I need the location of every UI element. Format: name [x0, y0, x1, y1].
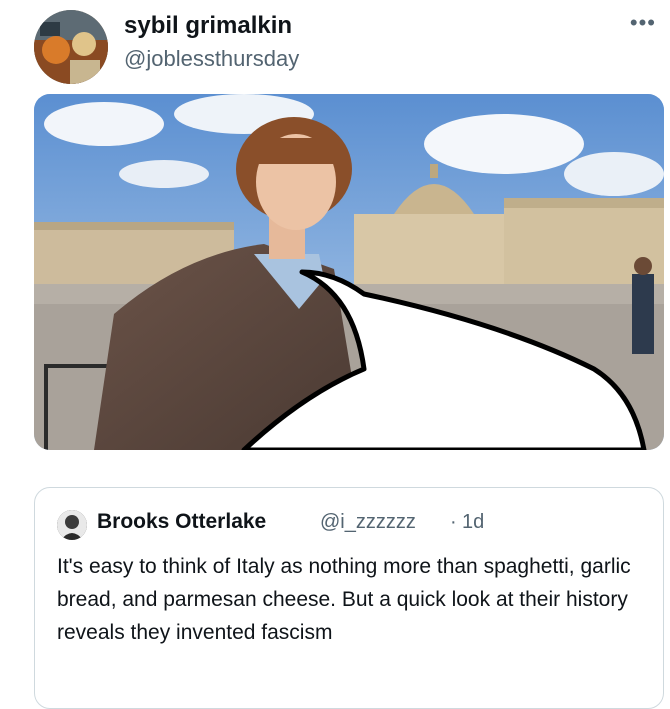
avatar-image — [34, 10, 108, 84]
author-display-name[interactable]: sybil grimalkin — [124, 12, 292, 40]
quoted-author-name[interactable]: Brooks Otterlake — [97, 510, 266, 534]
author-avatar[interactable] — [34, 10, 108, 84]
tweet-photo[interactable] — [34, 94, 664, 450]
quoted-author-handle[interactable]: @i_zzzzzz — [320, 511, 416, 534]
photo-image — [34, 94, 664, 450]
quoted-avatar-image — [57, 510, 87, 540]
quoted-timestamp[interactable]: 1d — [462, 511, 484, 534]
quoted-tweet-text: It's easy to think of Italy as nothing m… — [57, 555, 631, 644]
author-handle[interactable]: @joblessthursday — [124, 46, 299, 72]
more-horizontal-icon[interactable]: ••• — [630, 10, 656, 36]
quoted-tweet-card[interactable]: Brooks Otterlake @i_zzzzzz · 1d It's eas… — [34, 487, 664, 709]
quoted-meta-separator: · — [450, 511, 457, 533]
quoted-author-avatar[interactable] — [57, 510, 87, 540]
tweet-header: sybil grimalkin @joblessthursday ••• — [0, 0, 670, 92]
